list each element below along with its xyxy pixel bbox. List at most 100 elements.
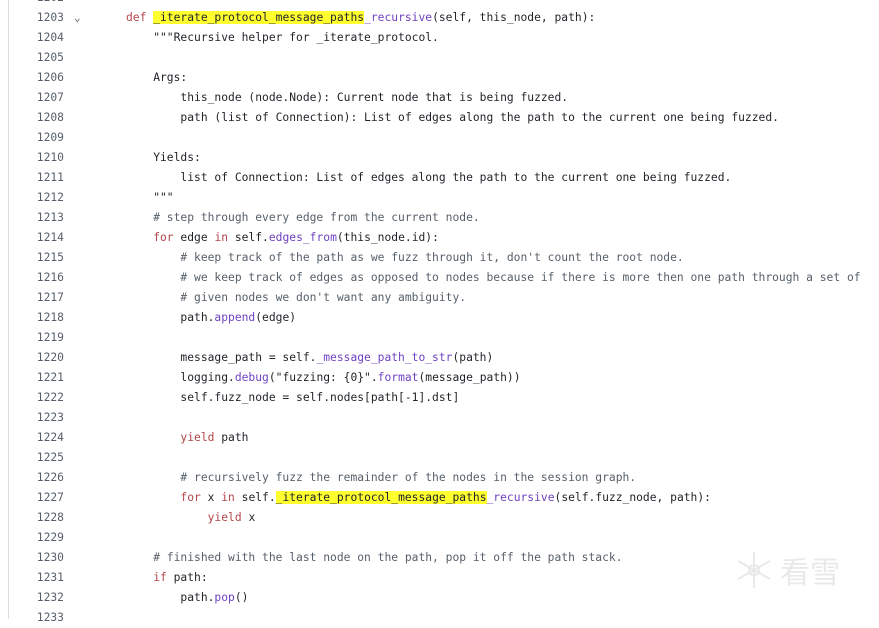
line-number[interactable]: 1217	[9, 288, 64, 308]
line-code: # we keep track of edges as opposed to n…	[126, 268, 861, 288]
code-token: logging.	[126, 371, 235, 384]
line-number[interactable]: 1230	[9, 548, 64, 568]
line-number[interactable]: 1213	[9, 208, 64, 228]
line-number[interactable]: 1233	[9, 608, 64, 628]
line-number[interactable]: 1229	[9, 528, 64, 548]
line-number[interactable]: 1223	[9, 408, 64, 428]
code-token: ()	[234, 591, 249, 604]
line-number[interactable]: 1216	[9, 268, 64, 288]
code-token: path	[221, 431, 249, 444]
line-code: Yields:	[126, 148, 201, 168]
code-token: for	[126, 231, 181, 244]
line-number[interactable]: 1206	[9, 68, 64, 88]
line-code: logging.debug("fuzzing: {0}".format(mess…	[126, 368, 520, 388]
code-token: (self, this_node, path):	[432, 11, 596, 24]
line-number[interactable]: 1209	[9, 128, 64, 148]
line-code: if path:	[126, 568, 208, 588]
line-number[interactable]: 1202	[9, 0, 64, 8]
code-token: _iterate_protocol_message_paths	[275, 491, 487, 504]
line-code: """	[126, 188, 174, 208]
line-number[interactable]: 1218	[9, 308, 64, 328]
line-number[interactable]: 1203	[9, 8, 64, 28]
code-token: # given nodes we don't want any ambiguit…	[126, 291, 467, 304]
line-code: yield x	[126, 508, 256, 528]
line-code: # step through every edge from the curre…	[126, 208, 480, 228]
code-token: pop	[214, 591, 235, 604]
line-number[interactable]: 1222	[9, 388, 64, 408]
line-number[interactable]: 1215	[9, 248, 64, 268]
code-token: Args:	[126, 71, 188, 84]
line-number[interactable]: 1207	[9, 88, 64, 108]
code-token: """Recursive helper for _iterate_protoco…	[126, 31, 439, 44]
code-token: # recursively fuzz the remainder of the …	[126, 471, 637, 484]
code-token: for	[126, 491, 208, 504]
code-token: # finished with the last node on the pat…	[126, 551, 623, 564]
code-token: # step through every edge from the curre…	[126, 211, 480, 224]
watermark: 看雪	[734, 548, 840, 592]
code-token: in	[221, 491, 242, 504]
code-token: path (list of Connection): List of edges…	[126, 111, 779, 124]
line-number[interactable]: 1231	[9, 568, 64, 588]
line-code: yield path	[126, 428, 248, 448]
line-number[interactable]: 1232	[9, 588, 64, 608]
code-token: _recursive	[364, 11, 433, 24]
line-code: message_path = self._message_path_to_str…	[126, 348, 493, 368]
line-code: # keep track of the path as we fuzz thro…	[126, 248, 684, 268]
code-token: Yields:	[126, 151, 201, 164]
line-code: path.pop()	[126, 588, 248, 608]
line-code: path (list of Connection): List of edges…	[126, 108, 779, 128]
line-number[interactable]: 1226	[9, 468, 64, 488]
snowflake-icon	[737, 552, 771, 588]
line-number[interactable]: 1205	[9, 48, 64, 68]
code-token: this_node (node.Node): Current node that…	[126, 91, 569, 104]
line-code: # finished with the last node on the pat…	[126, 548, 623, 568]
line-number[interactable]: 1214	[9, 228, 64, 248]
line-number[interactable]: 1210	[9, 148, 64, 168]
code-token: append	[214, 311, 256, 324]
line-code: for edge in self.edges_from(this_node.id…	[126, 228, 439, 248]
line-number[interactable]: 1211	[9, 168, 64, 188]
code-token: list of Connection: List of edges along …	[126, 171, 732, 184]
line-number[interactable]: 1219	[9, 328, 64, 348]
line-number[interactable]: 1212	[9, 188, 64, 208]
code-token: (this_node.id):	[336, 231, 439, 244]
line-number[interactable]: 1227	[9, 488, 64, 508]
code-token: x	[207, 491, 222, 504]
code-token: self.	[234, 231, 269, 244]
watermark-text: 看雪	[780, 556, 840, 591]
code-token: _message_path_to_str	[316, 351, 453, 364]
line-code: for x in self._iterate_protocol_message_…	[126, 488, 711, 508]
code-token: path:	[173, 571, 208, 584]
line-number[interactable]: 1220	[9, 348, 64, 368]
line-code: # given nodes we don't want any ambiguit…	[126, 288, 466, 308]
code-token: _iterate_protocol_message_paths	[153, 11, 365, 24]
line-number[interactable]: 1204	[9, 28, 64, 48]
code-token: self.fuzz_node = self.nodes[path[-1].dst…	[126, 391, 460, 404]
line-code: list of Connection: List of edges along …	[126, 168, 731, 188]
code-token: edge	[180, 231, 215, 244]
line-code: """Recursive helper for _iterate_protoco…	[126, 28, 439, 48]
line-number[interactable]: 1221	[9, 368, 64, 388]
line-code: this_node (node.Node): Current node that…	[126, 88, 568, 108]
code-token: in	[214, 231, 235, 244]
line-code: Args:	[126, 68, 187, 88]
line-number[interactable]: 1225	[9, 448, 64, 468]
code-token: path.	[126, 311, 215, 324]
chevron-down-icon[interactable]: ⌄	[74, 8, 81, 28]
code-token: yield	[126, 511, 249, 524]
line-number[interactable]: 1228	[9, 508, 64, 528]
code-token: ("fuzzing: {0}".	[268, 371, 378, 384]
code-token: (self.fuzz_node, path):	[554, 491, 711, 504]
code-token: def	[126, 11, 154, 24]
code-token: # keep track of the path as we fuzz thro…	[126, 251, 684, 264]
code-token: # we keep track of edges as opposed to n…	[126, 271, 861, 284]
code-token: message_path = self.	[126, 351, 317, 364]
line-code: # recursively fuzz the remainder of the …	[126, 468, 636, 488]
code-token: """	[126, 191, 174, 204]
line-code: self.fuzz_node = self.nodes[path[-1].dst…	[126, 388, 459, 408]
line-number[interactable]: 1224	[9, 428, 64, 448]
code-token: self.	[241, 491, 276, 504]
code-token: yield	[126, 431, 222, 444]
line-number[interactable]: 1208	[9, 108, 64, 128]
code-token: debug	[234, 371, 269, 384]
